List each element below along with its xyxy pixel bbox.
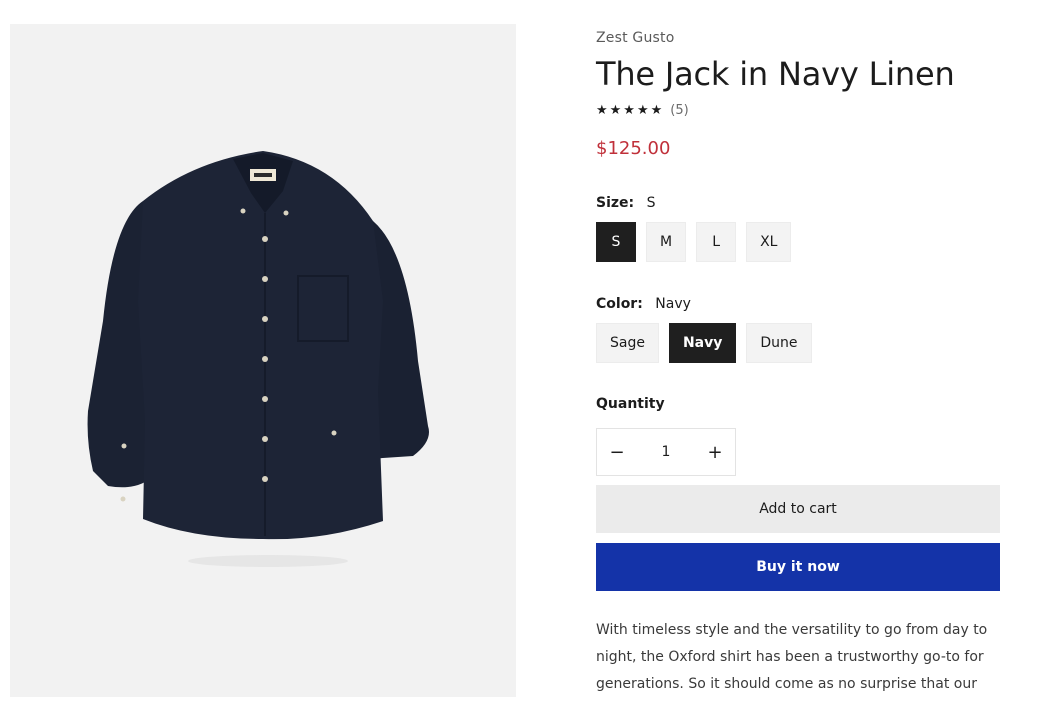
- add-to-cart-button[interactable]: Add to cart: [596, 485, 1000, 533]
- buy-now-button[interactable]: Buy it now: [596, 543, 1000, 591]
- size-options: S M L XL: [596, 222, 1000, 262]
- color-options: Sage Navy Dune: [596, 323, 1000, 363]
- product-title: The Jack in Navy Linen: [596, 55, 955, 93]
- size-option-m[interactable]: M: [646, 222, 687, 262]
- size-option-l[interactable]: L: [696, 222, 737, 262]
- color-option-sage[interactable]: Sage: [596, 323, 659, 363]
- quantity-label: Quantity: [596, 396, 665, 412]
- product-price: $125.00: [596, 138, 671, 159]
- product-description: With timeless style and the versatility …: [596, 622, 988, 692]
- product-vendor: Zest Gusto: [596, 30, 675, 46]
- quantity-input[interactable]: 1: [637, 444, 695, 460]
- product-rating[interactable]: ★★★★★ (5): [596, 103, 1000, 118]
- color-option-navy[interactable]: Navy: [668, 323, 737, 363]
- rating-stars-icon: ★★★★★: [596, 103, 665, 118]
- size-selected-value: S: [646, 195, 656, 211]
- quantity-increase-button[interactable]: +: [695, 442, 735, 463]
- quantity-stepper: − 1 +: [596, 428, 736, 476]
- color-label: Color:: [596, 296, 643, 312]
- color-option-dune[interactable]: Dune: [746, 323, 812, 363]
- color-selected-value: Navy: [655, 296, 691, 312]
- review-count: (5): [670, 103, 689, 118]
- quantity-decrease-button[interactable]: −: [597, 442, 637, 463]
- size-label-row: Size: S: [596, 195, 1000, 211]
- product-image[interactable]: [10, 24, 516, 697]
- product-info: Zest Gusto The Jack in Navy Linen ★★★★★ …: [596, 30, 1000, 698]
- size-option-xl[interactable]: XL: [746, 222, 792, 262]
- shirt-image: [87, 150, 429, 567]
- color-label-row: Color: Navy: [596, 296, 1000, 312]
- size-option-s[interactable]: S: [596, 222, 636, 262]
- size-label: Size:: [596, 195, 635, 211]
